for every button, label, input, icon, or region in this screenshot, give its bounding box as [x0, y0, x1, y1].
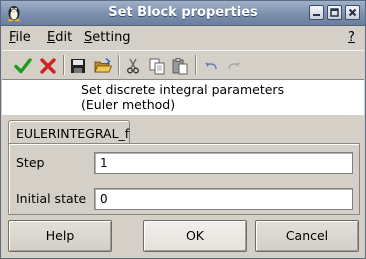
initial-state-label: Initial state [16, 191, 87, 206]
save-button[interactable] [68, 56, 88, 76]
close-button[interactable] [345, 5, 360, 20]
cross-icon [40, 58, 56, 74]
toolbar [2, 50, 364, 80]
menu-file[interactable]: File [9, 30, 31, 45]
check-icon [14, 58, 32, 74]
minimize-icon [313, 14, 320, 16]
ok-button[interactable]: OK [143, 220, 247, 252]
reject-button[interactable] [38, 56, 58, 76]
accept-button[interactable] [13, 56, 33, 76]
toolbar-separator [118, 55, 120, 75]
menu-setting[interactable]: Setting [84, 30, 131, 45]
title-bar[interactable]: Set Block properties [1, 1, 365, 26]
step-label: Step [16, 155, 45, 170]
close-icon [348, 8, 357, 17]
description-line-2: (Euler method) [81, 97, 176, 112]
tab-eulerintegral[interactable]: EULERINTEGRAL_f [8, 120, 130, 144]
description-line-1: Set discrete integral parameters [81, 82, 285, 97]
redo-icon [228, 62, 240, 70]
description-area: Set discrete integral parameters (Euler … [2, 80, 364, 115]
copy-button[interactable] [147, 56, 167, 76]
open-button[interactable] [93, 56, 113, 76]
paste-button[interactable] [170, 56, 190, 76]
redo-button[interactable] [224, 56, 244, 76]
dialog-window: Set Block properties File Edit Setting ? [0, 0, 366, 259]
help-button[interactable]: Help [8, 220, 112, 252]
initial-state-input[interactable]: 0 [94, 188, 353, 210]
toolbar-separator [195, 55, 197, 75]
menu-edit[interactable]: Edit [47, 30, 72, 45]
maximize-icon [330, 8, 339, 17]
toolbar-separator [63, 55, 65, 75]
cut-button[interactable] [123, 56, 143, 76]
cut-icon [127, 58, 139, 74]
undo-icon [205, 62, 217, 70]
undo-button[interactable] [201, 56, 221, 76]
menu-help[interactable]: ? [348, 30, 355, 45]
parameters-panel: Step 1 Initial state 0 [8, 143, 360, 215]
open-folder-icon [94, 57, 113, 73]
step-input[interactable]: 1 [94, 152, 353, 174]
paste-icon [172, 58, 188, 75]
minimize-button[interactable] [309, 5, 324, 20]
save-icon [71, 59, 85, 73]
tab-label: EULERINTEGRAL_f [16, 126, 130, 141]
copy-icon [149, 58, 165, 75]
menu-bar: File Edit Setting ? [1, 26, 365, 48]
cancel-button[interactable]: Cancel [255, 220, 359, 252]
maximize-button[interactable] [327, 5, 342, 20]
